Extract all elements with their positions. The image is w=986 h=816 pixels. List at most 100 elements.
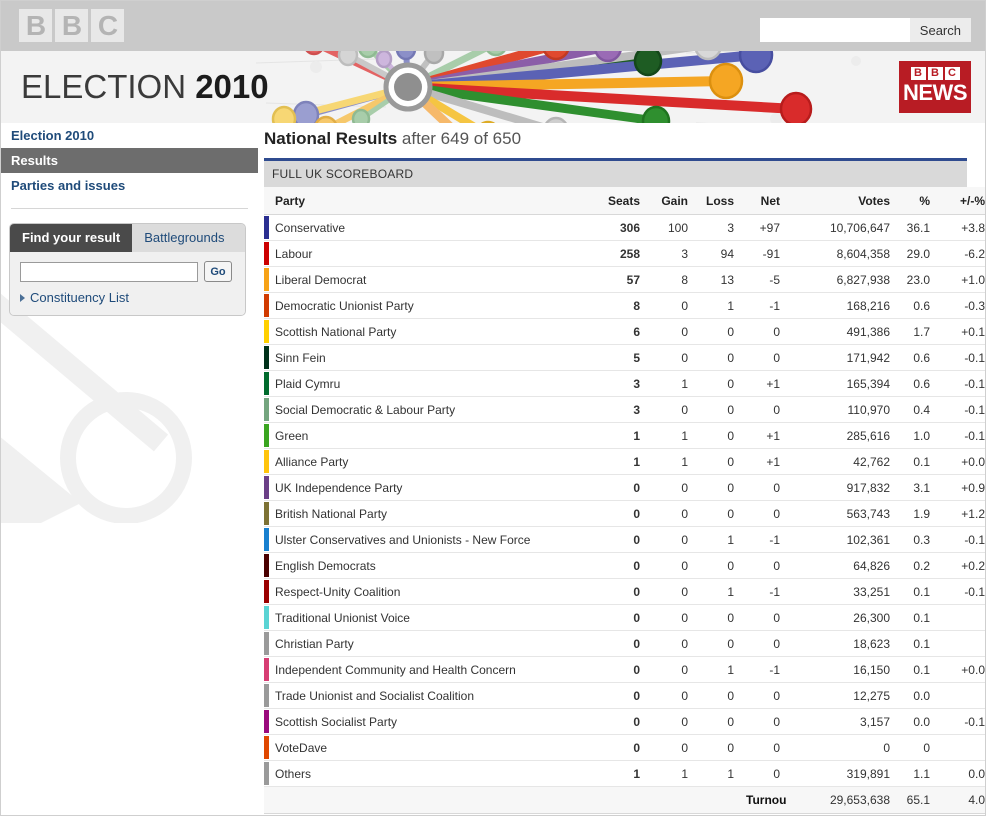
search-button[interactable]: Search (909, 18, 971, 42)
turnout-pct: 65.1 (896, 786, 936, 814)
party-name-label: British National Party (275, 506, 388, 521)
column-header-loss[interactable]: Loss (694, 187, 740, 215)
page-title-bold: National Results (264, 129, 398, 148)
party-name-label: Others (275, 766, 312, 781)
cell-pct: 29.0 (896, 240, 936, 267)
table-row[interactable]: Alliance Party 1 1 0 +1 42,762 0.1 +0.0 (264, 448, 985, 475)
bbc-logo[interactable]: B B C (19, 9, 124, 42)
table-row[interactable]: Respect-Unity Coalition 0 0 1 -1 33,251 0.1 -0.… (264, 578, 985, 605)
cell-swing: -0.1 (936, 344, 985, 371)
table-row[interactable]: VoteDave 0 0 0 0 0 0 (264, 734, 985, 761)
table-row[interactable]: Trade Unionist and Socialist Coalition 0 0… (264, 682, 985, 709)
table-row[interactable]: Labour 258 3 94 -91 8,604,358 29.0 -6.2 (264, 240, 985, 267)
cell-swing (936, 734, 985, 761)
cell-net: -91 (740, 240, 786, 267)
cell-pct: 0.0 (896, 708, 936, 735)
cell-loss: 0 (694, 734, 740, 761)
cell-loss: 0 (694, 604, 740, 631)
cell-gain: 1 (646, 370, 694, 397)
table-row[interactable]: UK Independence Party 0 0 0 0 917,832 3.1 +0.9 (264, 474, 985, 501)
cell-swing: +0.0 (936, 656, 985, 683)
cell-seats: 0 (594, 474, 646, 501)
table-row[interactable]: Christian Party 0 0 0 0 18,623 0.1 (264, 630, 985, 657)
table-row[interactable]: Others 1 1 1 0 319,891 1.1 0.0 (264, 760, 985, 787)
party-colour-swatch (264, 216, 269, 239)
cell-party: British National Party (264, 500, 594, 527)
cell-seats: 0 (594, 630, 646, 657)
cell-net: 0 (740, 318, 786, 345)
cell-loss: 1 (694, 292, 740, 319)
tab-find-your-result[interactable]: Find your result (10, 224, 133, 252)
cell-party: Ulster Conservatives and Unionists - New… (264, 526, 594, 553)
cell-pct: 0.1 (896, 604, 936, 631)
postcode-input[interactable] (20, 261, 198, 282)
sidebar-item-parties-and-issues[interactable]: Parties and issues (1, 173, 258, 198)
results-table-body: Conservative 306 100 3 +97 10,706,647 36.1 +3.8… (264, 214, 985, 787)
cell-net: 0 (740, 682, 786, 709)
table-row[interactable]: Conservative 306 100 3 +97 10,706,647 36.1 +3.8 (264, 214, 985, 241)
cell-gain: 0 (646, 552, 694, 579)
table-row[interactable]: Liberal Democrat 57 8 13 -5 6,827,938 23.0 +1.0 (264, 266, 985, 293)
cell-votes: 563,743 (786, 500, 896, 527)
column-header-swing[interactable]: +/-% (936, 187, 985, 215)
bbc-logo-letter: B (19, 9, 52, 42)
party-name-label: Ulster Conservatives and Unionists - New… (275, 532, 531, 547)
tab-battlegrounds[interactable]: Battlegrounds (132, 224, 245, 252)
find-your-result-panel: Find your result Battlegrounds Go Consti… (9, 223, 246, 316)
table-header-row: Party Seats Gain Loss Net Votes % +/-% (264, 187, 985, 215)
search-input[interactable] (759, 18, 910, 42)
column-header-pct[interactable]: % (896, 187, 936, 215)
go-button[interactable]: Go (204, 261, 232, 282)
bbc-news-logo[interactable]: B B C NEWS (899, 61, 971, 113)
cell-party: Social Democratic & Labour Party (264, 396, 594, 423)
cell-seats: 6 (594, 318, 646, 345)
table-row[interactable]: Independent Community and Health Concern… (264, 656, 985, 683)
party-name-label: Traditional Unionist Voice (275, 610, 410, 625)
column-header-seats[interactable]: Seats (594, 187, 646, 215)
table-row[interactable]: Green 1 1 0 +1 285,616 1.0 -0.1 (264, 422, 985, 449)
cell-seats: 0 (594, 656, 646, 683)
column-header-net[interactable]: Net (740, 187, 786, 215)
cell-swing: -6.2 (936, 240, 985, 267)
table-row[interactable]: Social Democratic & Labour Party 3 0 0 0 110,… (264, 396, 985, 423)
cell-gain: 1 (646, 448, 694, 475)
cell-gain: 0 (646, 344, 694, 371)
turnout-blank-party (264, 786, 594, 814)
search-bar: Search (759, 18, 971, 42)
sidebar-item-election-2010[interactable]: Election 2010 (1, 123, 258, 148)
party-colour-swatch (264, 346, 269, 369)
sidebar-item-results[interactable]: Results (1, 148, 258, 173)
cell-seats: 57 (594, 266, 646, 293)
cell-loss: 13 (694, 266, 740, 293)
banner-title-thin: ELECTION (21, 68, 196, 105)
cell-pct: 1.1 (896, 760, 936, 787)
cell-gain: 100 (646, 214, 694, 241)
table-row[interactable]: Traditional Unionist Voice 0 0 0 0 26,300 0.1 (264, 604, 985, 631)
table-row[interactable]: Plaid Cymru 3 1 0 +1 165,394 0.6 -0.1 (264, 370, 985, 397)
cell-swing (936, 682, 985, 709)
cell-loss: 1 (694, 526, 740, 553)
table-row[interactable]: English Democrats 0 0 0 0 64,826 0.2 +0.2 (264, 552, 985, 579)
cell-swing: -0.1 (936, 708, 985, 735)
sidebar-nav: Election 2010 Results Parties and issues (1, 123, 258, 209)
table-row[interactable]: Sinn Fein 5 0 0 0 171,942 0.6 -0.1 (264, 344, 985, 371)
cell-votes: 26,300 (786, 604, 896, 631)
constituency-list-link[interactable]: Constituency List (20, 290, 235, 305)
table-row[interactable]: British National Party 0 0 0 0 563,743 1.9 +1.2 (264, 500, 985, 527)
cell-pct: 1.9 (896, 500, 936, 527)
column-header-gain[interactable]: Gain (646, 187, 694, 215)
cell-pct: 0.4 (896, 396, 936, 423)
party-colour-swatch (264, 658, 269, 681)
cell-votes: 10,706,647 (786, 214, 896, 241)
cell-loss: 3 (694, 214, 740, 241)
column-header-votes[interactable]: Votes (786, 187, 896, 215)
party-name-label: Trade Unionist and Socialist Coalition (275, 688, 474, 703)
table-row[interactable]: Scottish Socialist Party 0 0 0 0 3,157 0.0 -0.1 (264, 708, 985, 735)
column-header-party[interactable]: Party (264, 187, 594, 215)
cell-gain: 0 (646, 396, 694, 423)
party-colour-swatch (264, 372, 269, 395)
table-row[interactable]: Democratic Unionist Party 8 0 1 -1 168,216 0.6… (264, 292, 985, 319)
table-row[interactable]: Scottish National Party 6 0 0 0 491,386 1.7 +0.… (264, 318, 985, 345)
table-row[interactable]: Ulster Conservatives and Unionists - New… (264, 526, 985, 553)
cell-loss: 0 (694, 474, 740, 501)
